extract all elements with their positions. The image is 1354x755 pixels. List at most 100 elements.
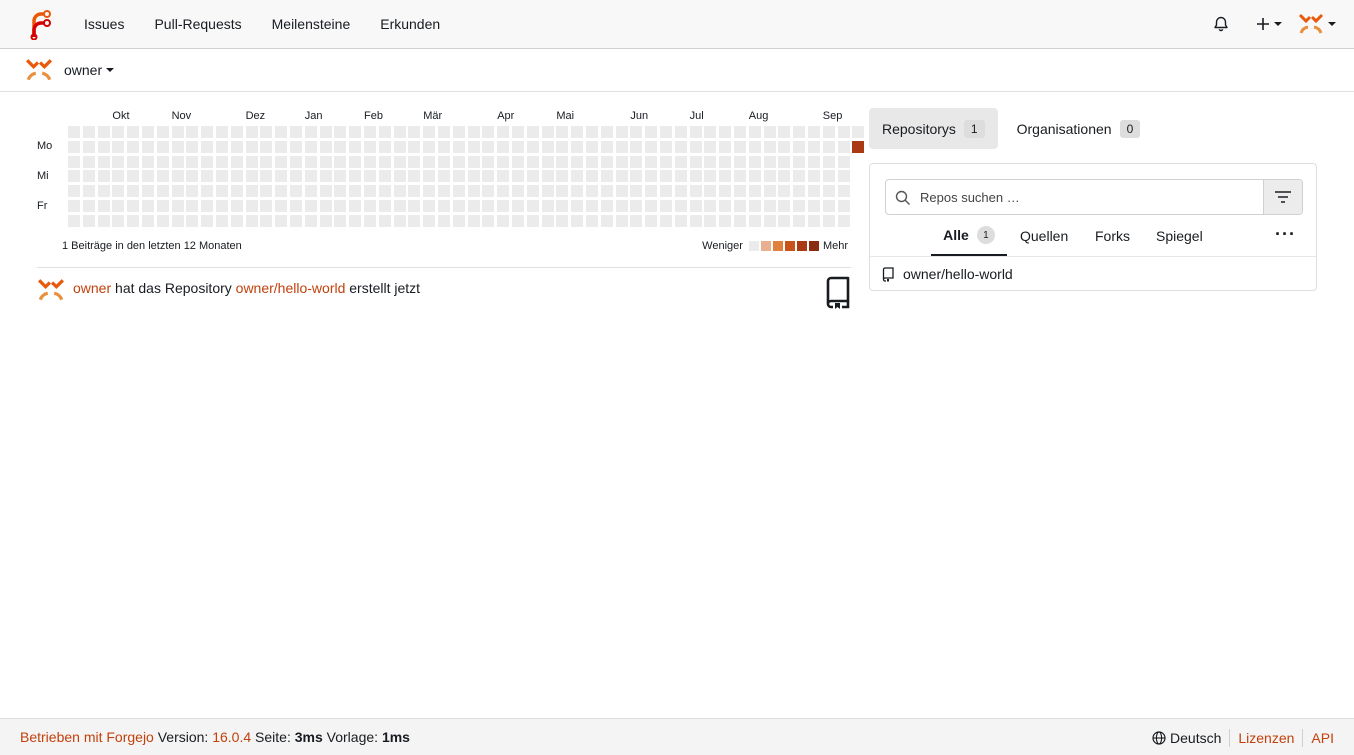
heatmap-cell[interactable]: [763, 170, 776, 183]
heatmap-cell[interactable]: [600, 170, 613, 183]
heatmap-cell[interactable]: [615, 214, 628, 227]
heatmap-cell[interactable]: [630, 140, 643, 153]
feed-avatar[interactable]: [37, 276, 65, 307]
heatmap-cell[interactable]: [186, 126, 199, 138]
heatmap-cell[interactable]: [452, 200, 465, 212]
heatmap-cell[interactable]: [349, 155, 362, 168]
heatmap-cell[interactable]: [275, 170, 288, 183]
heatmap-cell[interactable]: [260, 126, 273, 138]
heatmap-cell[interactable]: [571, 140, 584, 153]
heatmap-cell[interactable]: [482, 214, 495, 227]
heatmap-cell[interactable]: [586, 214, 598, 227]
context-switcher[interactable]: owner: [24, 56, 115, 84]
heatmap-cell[interactable]: [645, 200, 658, 212]
heatmap-cell[interactable]: [304, 214, 317, 227]
heatmap-cell[interactable]: [645, 170, 658, 183]
heatmap-cell[interactable]: [260, 140, 273, 153]
heatmap-cell[interactable]: [260, 214, 273, 227]
heatmap-cell[interactable]: [526, 155, 539, 168]
create-menu-button[interactable]: [1244, 0, 1294, 48]
heatmap-cell[interactable]: [467, 126, 480, 138]
heatmap-cell[interactable]: [364, 185, 376, 198]
heatmap-cell[interactable]: [822, 126, 835, 138]
heatmap-cell[interactable]: [660, 155, 672, 168]
heatmap-cell[interactable]: [793, 126, 806, 138]
heatmap-cell[interactable]: [423, 185, 436, 198]
heatmap-cell[interactable]: [689, 126, 702, 138]
heatmap-cell[interactable]: [571, 126, 584, 138]
heatmap-cell[interactable]: [778, 170, 791, 183]
heatmap-cell[interactable]: [334, 214, 347, 227]
heatmap-cell[interactable]: [526, 185, 539, 198]
heatmap-cell[interactable]: [349, 126, 362, 138]
heatmap-cell[interactable]: [393, 126, 406, 138]
heatmap-cell[interactable]: [600, 185, 613, 198]
heatmap-cell[interactable]: [245, 170, 258, 183]
heatmap-cell[interactable]: [645, 126, 658, 138]
heatmap-cell[interactable]: [837, 140, 850, 153]
heatmap-cell[interactable]: [438, 155, 450, 168]
heatmap-cell[interactable]: [156, 200, 169, 212]
heatmap-cell[interactable]: [290, 140, 302, 153]
heatmap-cell[interactable]: [467, 155, 480, 168]
nav-pull-requests[interactable]: Pull-Requests: [139, 16, 256, 32]
heatmap-cell[interactable]: [586, 155, 598, 168]
heatmap-cell[interactable]: [275, 214, 288, 227]
heatmap-cell[interactable]: [216, 155, 228, 168]
heatmap-cell[interactable]: [734, 200, 746, 212]
heatmap-cell[interactable]: [822, 170, 835, 183]
heatmap-cell[interactable]: [778, 185, 791, 198]
heatmap-cell[interactable]: [556, 170, 569, 183]
heatmap-cell[interactable]: [837, 170, 850, 183]
heatmap-cell[interactable]: [763, 214, 776, 227]
heatmap-cell[interactable]: [142, 140, 154, 153]
heatmap-cell[interactable]: [319, 140, 332, 153]
repo-tab-mirrors[interactable]: Spiegel: [1156, 216, 1203, 256]
heatmap-cell[interactable]: [704, 140, 717, 153]
heatmap-cell[interactable]: [541, 214, 554, 227]
heatmap-cell[interactable]: [186, 140, 199, 153]
heatmap-cell[interactable]: [778, 200, 791, 212]
heatmap-cell[interactable]: [467, 214, 480, 227]
heatmap-cell[interactable]: [615, 155, 628, 168]
heatmap-cell[interactable]: [689, 140, 702, 153]
heatmap-cell[interactable]: [290, 185, 302, 198]
heatmap-cell[interactable]: [186, 214, 199, 227]
heatmap-cell[interactable]: [734, 185, 746, 198]
heatmap-cell[interactable]: [201, 185, 214, 198]
heatmap-cell[interactable]: [630, 185, 643, 198]
heatmap-cell[interactable]: [482, 200, 495, 212]
feed-repo-link[interactable]: owner/hello-world: [236, 280, 346, 296]
heatmap-cell[interactable]: [526, 200, 539, 212]
heatmap-cell[interactable]: [349, 170, 362, 183]
heatmap-cell[interactable]: [127, 214, 140, 227]
heatmap-cell[interactable]: [304, 126, 317, 138]
heatmap-cell[interactable]: [571, 155, 584, 168]
heatmap-cell[interactable]: [497, 214, 510, 227]
heatmap-cell[interactable]: [674, 214, 687, 227]
heatmap-cell[interactable]: [68, 126, 80, 138]
heatmap-cell[interactable]: [423, 126, 436, 138]
heatmap-cell[interactable]: [808, 155, 820, 168]
heatmap-cell[interactable]: [600, 200, 613, 212]
heatmap-cell[interactable]: [349, 214, 362, 227]
heatmap-cell[interactable]: [571, 200, 584, 212]
heatmap-cell[interactable]: [512, 155, 524, 168]
user-menu-button[interactable]: [1294, 0, 1354, 48]
heatmap-cell[interactable]: [334, 126, 347, 138]
heatmap-cell[interactable]: [438, 140, 450, 153]
heatmap-cell[interactable]: [541, 185, 554, 198]
heatmap-cell[interactable]: [556, 126, 569, 138]
heatmap-cell[interactable]: [600, 214, 613, 227]
heatmap-cell[interactable]: [349, 200, 362, 212]
heatmap-cell[interactable]: [615, 126, 628, 138]
heatmap-cell[interactable]: [142, 214, 154, 227]
heatmap-cell[interactable]: [556, 185, 569, 198]
heatmap-cell[interactable]: [230, 126, 243, 138]
heatmap-cell[interactable]: [364, 200, 376, 212]
heatmap-cell[interactable]: [378, 140, 391, 153]
heatmap-cell[interactable]: [778, 126, 791, 138]
heatmap-cell[interactable]: [201, 170, 214, 183]
heatmap-cell[interactable]: [793, 155, 806, 168]
heatmap-cell[interactable]: [512, 170, 524, 183]
